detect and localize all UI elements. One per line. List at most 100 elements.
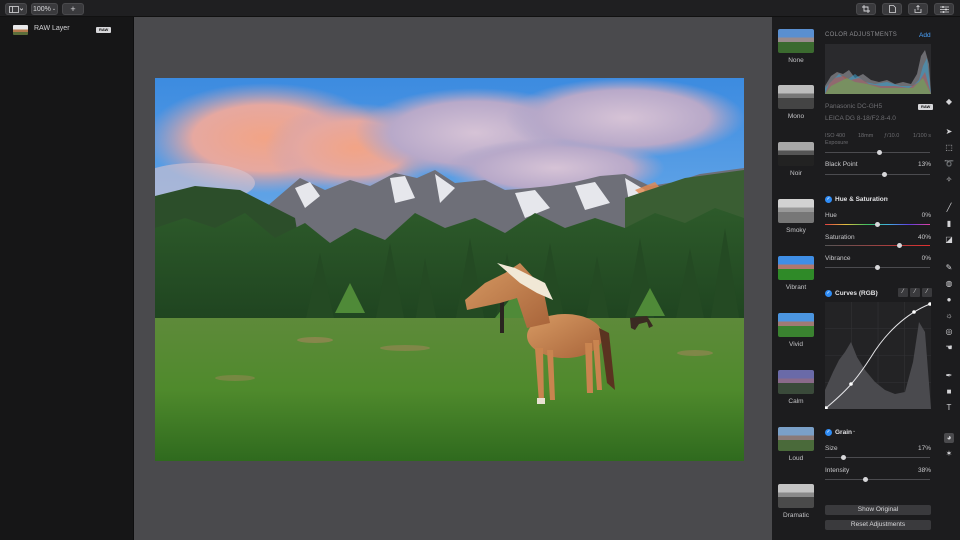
preset-smoky[interactable]: Smoky	[778, 199, 814, 234]
exif-shutter: 1/100 s	[913, 133, 932, 139]
crop-button[interactable]	[856, 3, 876, 15]
preset-thumbnail	[778, 29, 814, 53]
black-eyedropper-icon[interactable]: ⁄	[898, 288, 908, 297]
black-point-slider[interactable]	[825, 172, 930, 177]
curves-graph[interactable]	[825, 302, 931, 409]
preset-mono[interactable]: Mono	[778, 85, 814, 120]
curves-checkbox[interactable]: ✓	[825, 290, 832, 297]
grain-size-label: Size	[825, 445, 838, 452]
pointer-tool-icon[interactable]: ➤	[944, 127, 954, 137]
blur-tool-icon[interactable]: ●	[944, 295, 954, 305]
magic-wand-icon[interactable]: ✧	[944, 175, 954, 185]
reset-adjustments-button[interactable]: Reset Adjustments	[825, 520, 931, 530]
exif-aperture: ƒ/10.0	[884, 133, 900, 139]
photo-canvas[interactable]	[155, 78, 744, 461]
layer-thumbnail	[13, 25, 28, 35]
gray-eyedropper-icon[interactable]: ⁄	[910, 288, 920, 297]
black-point-value: 13%	[917, 161, 931, 168]
canvas-area[interactable]	[134, 17, 772, 540]
camera-model: Panasonic DC-GH5	[825, 103, 883, 110]
preset-loud[interactable]: Loud	[778, 427, 814, 462]
slider-knob[interactable]	[882, 172, 887, 177]
fill-tool-icon[interactable]: ▮	[944, 219, 954, 229]
raw-badge: RAW	[96, 27, 112, 33]
histogram	[825, 44, 931, 94]
hue-value: 0%	[921, 212, 931, 219]
pencil-tool-icon[interactable]: ✎	[944, 263, 954, 273]
color-picker-icon[interactable]: ◆	[944, 97, 954, 107]
sponge-tool-icon[interactable]: ◎	[944, 327, 954, 337]
grain-intensity-slider[interactable]	[825, 477, 930, 482]
saturation-slider[interactable]	[825, 243, 930, 248]
grain-intensity-value: 38%	[917, 467, 931, 474]
preset-none[interactable]: None	[778, 29, 814, 64]
app-window: 100% ⌄ + RAW Layer RAW None Mono Noir Sm…	[0, 0, 960, 540]
preset-noir[interactable]: Noir	[778, 142, 814, 177]
add-adjustment-link[interactable]: Add	[919, 32, 931, 39]
preset-thumbnail	[778, 199, 814, 223]
slider-knob[interactable]	[875, 265, 880, 270]
preset-thumbnail	[778, 427, 814, 451]
slider-knob[interactable]	[841, 455, 846, 460]
slider-knob[interactable]	[897, 243, 902, 248]
exif-iso: ISO 400	[825, 133, 846, 139]
hue-saturation-checkbox[interactable]: ✓	[825, 196, 832, 203]
exif-focal: 18mm	[858, 133, 874, 139]
preset-thumbnail	[778, 484, 814, 508]
clone-tool-icon[interactable]: ◍	[944, 279, 954, 289]
lens-model: LEICA DG 8-18/F2.8-4.0	[825, 115, 896, 122]
top-toolbar: 100% ⌄ +	[0, 0, 960, 17]
panel-title: COLOR ADJUSTMENTS	[825, 32, 898, 38]
curves-header[interactable]: Curves (RGB)	[835, 290, 878, 297]
shape-tool-icon[interactable]: ■	[944, 387, 954, 397]
add-layer-button[interactable]: +	[62, 3, 84, 15]
preset-calm[interactable]: Calm	[778, 370, 814, 405]
effects-tool-icon[interactable]: ✶	[944, 449, 954, 459]
preset-vivid[interactable]: Vivid	[778, 313, 814, 348]
hue-slider[interactable]	[825, 222, 930, 227]
preset-dramatic[interactable]: Dramatic	[778, 484, 814, 519]
grain-checkbox[interactable]: ✓	[825, 429, 832, 436]
tools-column: ◆ ➤ ⬚ ➰ ✧ ╱ ▮ ◪ ✎ ◍ ● ☼ ◎ ☚ ✒ ■ T ◕ ✶	[938, 17, 960, 540]
chevron-down-icon: ⌄	[852, 428, 857, 434]
preset-thumbnail	[778, 313, 814, 337]
exposure-slider[interactable]	[825, 150, 930, 155]
lasso-tool-icon[interactable]: ➰	[944, 159, 954, 169]
smudge-tool-icon[interactable]: ☚	[944, 343, 954, 353]
preset-thumbnail	[778, 256, 814, 280]
pen-tool-icon[interactable]: ✒	[944, 371, 954, 381]
eraser-tool-icon[interactable]: ◪	[944, 235, 954, 245]
saturation-label: Saturation	[825, 234, 855, 241]
selection-tool-icon[interactable]: ⬚	[944, 143, 954, 153]
white-eyedropper-icon[interactable]: ⁄	[922, 288, 932, 297]
slider-knob[interactable]	[875, 222, 880, 227]
grain-size-slider[interactable]	[825, 455, 930, 460]
document-button[interactable]	[882, 3, 902, 15]
chevron-down-icon: ⌄	[885, 195, 890, 201]
share-button[interactable]	[908, 3, 928, 15]
adjustments-toggle-button[interactable]	[934, 3, 954, 15]
sidebar-icon	[9, 5, 23, 13]
preset-vibrant[interactable]: Vibrant	[778, 256, 814, 291]
saturation-value: 40%	[917, 234, 931, 241]
grain-header[interactable]: Grain	[835, 429, 852, 436]
zoom-value: 100%	[32, 5, 51, 13]
chevron-down-icon: ⌄	[51, 5, 57, 12]
color-adjustments-panel: COLOR ADJUSTMENTS Add Panasonic DC-GH5 R…	[818, 17, 938, 540]
color-adjustments-tool-icon[interactable]: ◕	[944, 433, 954, 443]
show-original-button[interactable]: Show Original	[825, 505, 931, 515]
brush-tool-icon[interactable]: ╱	[944, 203, 954, 213]
sidebar-toggle-button[interactable]	[5, 3, 27, 15]
layer-row[interactable]: RAW Layer RAW	[0, 21, 134, 39]
presets-column: None Mono Noir Smoky Vibrant Vivid Calm	[772, 17, 818, 540]
dodge-tool-icon[interactable]: ☼	[944, 311, 954, 321]
grain-intensity-label: Intensity	[825, 467, 850, 474]
slider-knob[interactable]	[877, 150, 882, 155]
text-tool-icon[interactable]: T	[944, 403, 954, 413]
hue-saturation-header[interactable]: Hue & Saturation	[835, 196, 888, 203]
document-icon	[888, 5, 896, 13]
slider-knob[interactable]	[863, 477, 868, 482]
zoom-select[interactable]: 100% ⌄	[31, 3, 58, 15]
vibrance-slider[interactable]	[825, 265, 930, 270]
preset-thumbnail	[778, 370, 814, 394]
